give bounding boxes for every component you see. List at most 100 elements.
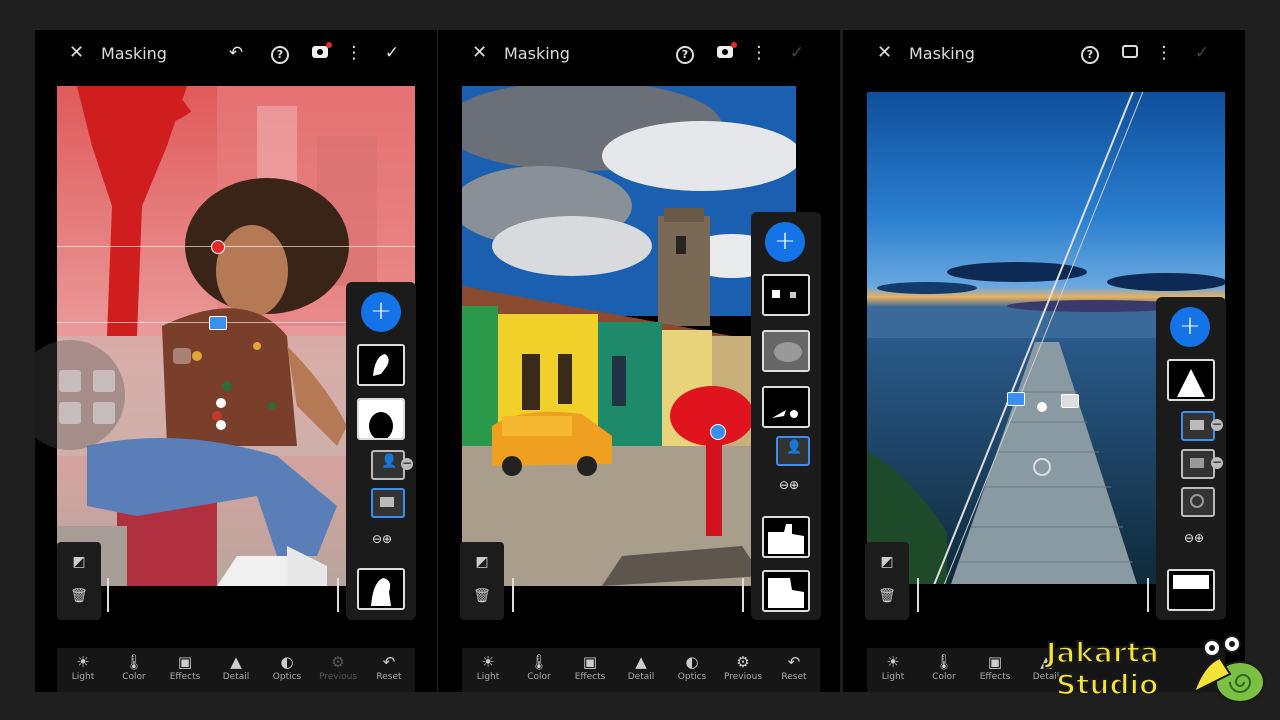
left-tool-rail: ◩ 🗑 — [865, 542, 909, 620]
tool-reset[interactable]: ↶ Reset — [364, 652, 414, 682]
screen-2: ✕ Masking ? ⋮ ✓ + 👤 ⊖⊕ ◩ 🗑 ☀ Light 🌡 Col… — [438, 30, 840, 692]
check-icon[interactable]: ✓ — [1191, 43, 1213, 63]
mask-thumbnail[interactable] — [762, 570, 810, 612]
close-icon[interactable]: ✕ — [472, 42, 487, 63]
tool-optics[interactable]: ◐ Optics — [262, 652, 312, 682]
mask-thumbnail[interactable] — [1167, 359, 1215, 401]
edit-toolbar: ☀ Light 🌡 Color ▣ Effects ▲ Detail ◐ Optics ⚙… — [57, 648, 415, 692]
slider-handle[interactable] — [107, 578, 109, 612]
tool-color[interactable]: 🌡 Color — [514, 652, 564, 682]
linear-gradient-icon — [1190, 420, 1204, 430]
screen-title: Masking — [101, 44, 167, 63]
detail-icon: ▲ — [230, 653, 242, 671]
tool-light[interactable]: ☀ Light — [58, 652, 108, 682]
mask-pin[interactable] — [216, 398, 226, 408]
mask-overlay-icon[interactable] — [309, 42, 332, 63]
undo-icon[interactable]: ↶ — [225, 43, 247, 63]
watermark-logo: Jakarta Studio — [1044, 634, 1270, 704]
submask-thumbnail[interactable] — [1181, 487, 1215, 517]
mask-thumbnail-image — [359, 346, 403, 384]
mask-overlay-off-icon[interactable] — [1119, 43, 1141, 63]
mask-thumbnail[interactable] — [357, 344, 405, 386]
tool-optics[interactable]: ◐ Optics — [667, 652, 717, 682]
tool-effects[interactable]: ▣ Effects — [160, 652, 210, 682]
mask-pin[interactable] — [211, 240, 225, 254]
subtract-badge-icon[interactable]: − — [1211, 418, 1223, 431]
tool-reset[interactable]: ↶ Reset — [769, 652, 819, 682]
delete-icon[interactable]: 🗑 — [472, 588, 492, 604]
mask-invert-icon[interactable]: ◩ — [69, 554, 89, 570]
add-subtract-icon[interactable]: ⊖⊕ — [1184, 531, 1204, 545]
add-mask-button[interactable]: + — [1170, 307, 1210, 347]
tool-label: Effects — [979, 672, 1011, 682]
mask-thumbnail[interactable] — [762, 386, 810, 428]
person-icon: 👤 — [786, 440, 803, 455]
mask-thumbnail-image — [359, 400, 403, 438]
tool-previous[interactable]: ⚙ Previous — [313, 652, 363, 682]
mask-thumbnail[interactable] — [357, 568, 405, 610]
mask-invert-icon[interactable]: ◩ — [472, 554, 492, 570]
slider-handle[interactable] — [337, 578, 339, 612]
tool-color[interactable]: 🌡 Color — [109, 652, 159, 682]
gradient-pin[interactable] — [1007, 392, 1025, 406]
mask-thumbnail-image — [1169, 361, 1213, 399]
slider-handle[interactable] — [742, 578, 744, 612]
tool-color[interactable]: 🌡 Color — [919, 652, 969, 682]
submask-thumbnail[interactable] — [1181, 449, 1215, 479]
help-icon[interactable]: ? — [269, 43, 291, 64]
gradient-guide-line[interactable] — [57, 246, 415, 247]
help-icon[interactable]: ? — [1079, 43, 1101, 64]
previous-icon: ⚙ — [331, 653, 345, 671]
radial-pin[interactable] — [1033, 458, 1051, 476]
mask-thumbnail[interactable] — [762, 330, 810, 372]
person-mask-pin-icon[interactable] — [173, 348, 191, 364]
mask-thumbnail[interactable] — [1167, 569, 1215, 611]
mask-pin[interactable] — [216, 420, 226, 430]
subtract-badge-icon[interactable]: − — [401, 457, 413, 470]
more-icon[interactable]: ⋮ — [1153, 43, 1175, 63]
mask-thumbnail[interactable] — [762, 274, 810, 316]
help-icon[interactable]: ? — [674, 43, 696, 64]
gradient-pin[interactable] — [1061, 394, 1079, 408]
tool-effects[interactable]: ▣ Effects — [565, 652, 615, 682]
add-mask-button[interactable]: + — [765, 222, 805, 262]
mask-thumbnail[interactable] — [357, 398, 405, 440]
mask-thumbnail[interactable] — [762, 516, 810, 558]
mask-overlay-icon[interactable] — [714, 42, 737, 63]
check-icon[interactable]: ✓ — [381, 43, 403, 63]
slider-handle[interactable] — [512, 578, 514, 612]
mask-invert-icon[interactable]: ◩ — [877, 554, 897, 570]
more-icon[interactable]: ⋮ — [343, 43, 365, 63]
person-mask-pin-icon[interactable] — [710, 424, 726, 440]
grid-cell — [59, 402, 81, 424]
submask-thumbnail-selected[interactable] — [1181, 411, 1215, 441]
tool-detail[interactable]: ▲ Detail — [211, 652, 261, 682]
tool-previous[interactable]: ⚙ Previous — [718, 652, 768, 682]
tool-light[interactable]: ☀ Light — [463, 652, 513, 682]
check-icon[interactable]: ✓ — [786, 43, 808, 63]
mask-pin[interactable] — [209, 316, 227, 330]
subtract-badge-icon[interactable]: − — [1211, 456, 1223, 469]
delete-icon[interactable]: 🗑 — [877, 588, 897, 604]
photo-canvas[interactable] — [462, 86, 796, 586]
optics-icon: ◐ — [280, 653, 294, 671]
mask-pin[interactable] — [1037, 402, 1047, 412]
close-icon[interactable]: ✕ — [877, 42, 892, 63]
light-icon: ☀ — [76, 653, 90, 671]
submask-thumbnail[interactable]: 👤 — [371, 450, 405, 480]
tool-label: Color — [527, 672, 551, 682]
submask-thumbnail-selected[interactable] — [371, 488, 405, 518]
close-icon[interactable]: ✕ — [69, 42, 84, 63]
submask-thumbnail-selected[interactable]: 👤 — [776, 436, 810, 466]
tool-light[interactable]: ☀ Light — [868, 652, 918, 682]
tool-detail[interactable]: ▲ Detail — [616, 652, 666, 682]
slider-handle[interactable] — [1147, 578, 1149, 612]
delete-icon[interactable]: 🗑 — [69, 588, 89, 604]
slider-handle[interactable] — [917, 578, 919, 612]
add-mask-button[interactable]: + — [361, 292, 401, 332]
tool-effects[interactable]: ▣ Effects — [970, 652, 1020, 682]
add-subtract-icon[interactable]: ⊖⊕ — [372, 532, 392, 546]
add-subtract-icon[interactable]: ⊖⊕ — [779, 478, 799, 492]
tool-label: Detail — [222, 672, 250, 682]
more-icon[interactable]: ⋮ — [748, 43, 770, 63]
